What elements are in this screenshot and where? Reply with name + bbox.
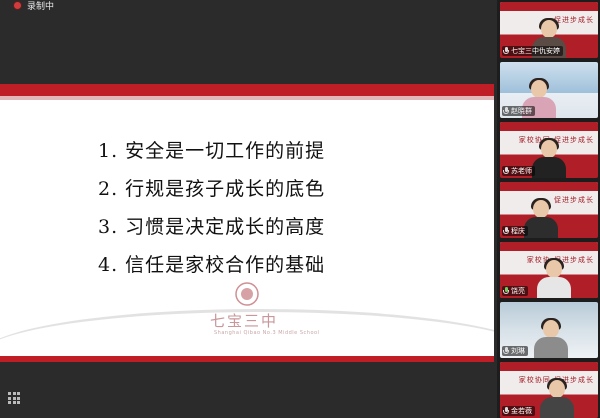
participant-tile[interactable]: 家校协同 促进步成长 苏老师 [500,122,598,178]
participant-video [532,138,566,178]
participant-name-tag: 程庆 [502,226,528,236]
participant-name-tag: 刘琳 [502,346,528,356]
participant-tile[interactable]: 赵晓群 [500,62,598,118]
participant-tile-active-speaker[interactable]: 家校协 促进步成长 饶亮 [500,242,598,298]
participant-name-tag: 七宝三中仇安婷 [502,46,563,56]
slide-top-band-accent [0,96,494,100]
mic-icon [503,107,509,115]
participant-name: 饶亮 [511,287,525,295]
mic-icon [503,227,509,235]
mic-active-icon [503,287,509,295]
mic-icon [503,407,509,415]
slide-bullet-list: 1. 安全是一切工作的前提 2. 行规是孩子成长的底色 3. 习惯是决定成长的高… [98,132,325,284]
slide-line: 3. 习惯是决定成长的高度 [98,216,326,238]
slide-line: 2. 行规是孩子成长的底色 [98,178,326,200]
participant-tile[interactable]: 刘琳 [500,302,598,358]
participant-name: 程庆 [511,227,525,235]
slide-line: 1. 安全是一切工作的前提 [98,140,326,162]
participant-name: 七宝三中仇安婷 [511,47,560,55]
participant-name-tag: 饶亮 [502,286,528,296]
school-subtitle: Shanghai Qibao No.3 Middle School [214,330,320,336]
school-name: 七宝三中 [210,312,279,330]
participant-name-tag: 苏老师 [502,166,535,176]
mic-icon [503,347,509,355]
mic-icon [503,167,509,175]
participant-name-tag: 金若薇 [502,406,535,416]
gallery-view-icon[interactable] [8,392,20,404]
slide-bottom-band [0,356,494,362]
shared-slide: 1. 安全是一切工作的前提 2. 行规是孩子成长的底色 3. 习惯是决定成长的高… [0,84,494,362]
participant-panel: 促进步成长 七宝三中仇安婷 赵晓群 家校协同 促进步成长 苏老师 促进步成长 程… [497,0,600,418]
participant-name: 刘琳 [511,347,525,355]
mic-icon [503,47,509,55]
participant-tile[interactable]: 家校协同 促进步成长 金若薇 [500,362,598,418]
slide-line: 4. 信任是家校合作的基础 [98,254,326,276]
participant-name: 苏老师 [511,167,532,175]
record-icon [14,1,21,9]
participant-name: 金若薇 [511,407,532,415]
participant-video [539,378,574,418]
participant-name-tag: 赵晓群 [502,106,535,116]
recording-label: 录制中 [27,1,55,12]
participant-tile[interactable]: 促进步成长 程庆 [500,182,598,238]
slide-top-band [0,84,494,96]
participant-video [536,258,571,298]
participant-video [533,318,568,358]
participant-name: 赵晓群 [511,107,532,115]
participant-tile[interactable]: 促进步成长 七宝三中仇安婷 [500,2,598,58]
banner-text: 促进步成长 [554,196,594,204]
recording-indicator: 录制中 [14,0,55,12]
participant-video [524,198,559,238]
